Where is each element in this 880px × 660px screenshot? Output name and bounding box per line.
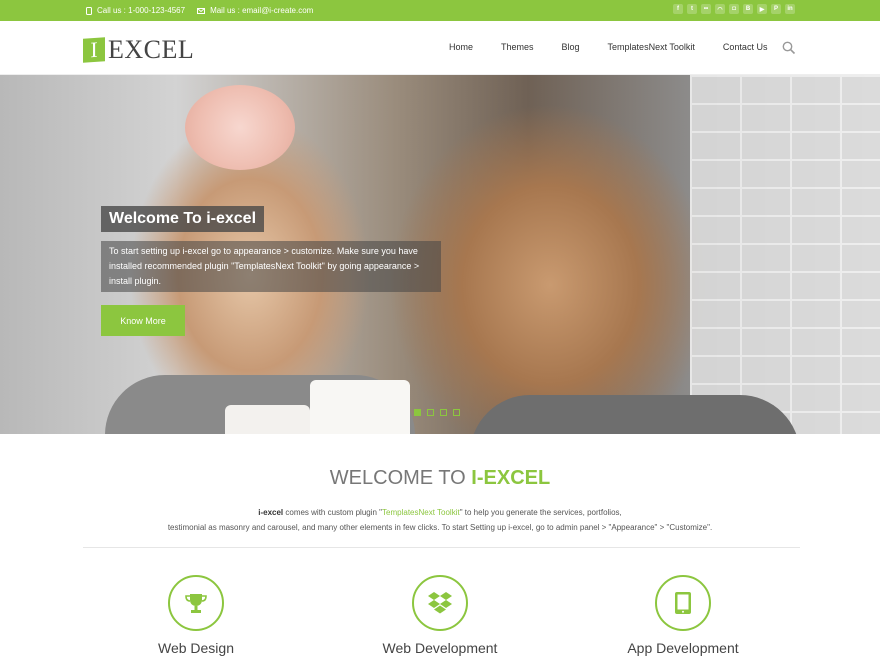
instagram-icon[interactable]: ◘	[729, 4, 739, 14]
behance-icon[interactable]: B	[743, 4, 753, 14]
dropbox-icon	[428, 592, 452, 614]
slider-dot[interactable]	[427, 409, 434, 416]
welcome-text: i-excel comes with custom plugin "Templa…	[0, 505, 880, 535]
hero-photo-woman	[470, 395, 800, 434]
logo-badge: I	[83, 37, 105, 63]
hero-photo-cup	[225, 405, 310, 434]
know-more-button[interactable]: Know More	[101, 305, 185, 336]
hero-photo-flower	[185, 85, 295, 170]
welcome-line-2: testimonial as masonry and carousel, and…	[167, 523, 713, 532]
welcome-text-part: " to help you generate the services, por…	[459, 508, 622, 517]
welcome-brand: i-excel	[258, 508, 284, 517]
twitter-icon[interactable]: t	[687, 4, 697, 14]
slider-pagination	[414, 409, 460, 416]
logo-text: EXCEL	[108, 35, 195, 64]
nav-item-home[interactable]: Home	[449, 42, 474, 78]
search-icon[interactable]	[782, 41, 796, 55]
tablet-icon	[675, 592, 691, 614]
slider-dot[interactable]	[414, 409, 421, 416]
toolkit-link[interactable]: TemplatesNext Toolkit	[382, 508, 460, 517]
slide-title: Welcome To i-excel	[101, 206, 265, 232]
service-icon-circle	[412, 575, 468, 631]
service-web-development[interactable]: Web Development	[355, 575, 525, 656]
section-divider	[83, 547, 800, 548]
mail-info[interactable]: Mail us : email@i-create.com	[197, 6, 313, 15]
nav-item-toolkit[interactable]: TemplatesNext Toolkit	[608, 42, 695, 52]
slider-dot[interactable]	[440, 409, 447, 416]
pinterest-icon[interactable]: P	[771, 4, 781, 14]
service-label: Web Development	[382, 640, 498, 656]
service-icon-circle	[168, 575, 224, 631]
service-icon-circle	[655, 575, 711, 631]
site-logo[interactable]: I EXCEL	[83, 35, 194, 65]
main-nav: Home Themes Blog TemplatesNext Toolkit C…	[449, 42, 795, 78]
nav-item-themes[interactable]: Themes	[501, 42, 534, 52]
phone-info: Call us : 1-000-123-4567	[86, 6, 185, 15]
facebook-icon[interactable]: f	[673, 4, 683, 14]
slider-dot[interactable]	[453, 409, 460, 416]
phone-text: Call us : 1-000-123-4567	[97, 6, 186, 15]
linkedin-icon[interactable]: in	[785, 4, 795, 14]
welcome-heading: WELCOME TO I-EXCEL	[0, 467, 880, 490]
contact-info: Call us : 1-000-123-4567 Mail us : email…	[86, 6, 313, 15]
site-header: I EXCEL Home Themes Blog TemplatesNext T…	[0, 21, 880, 78]
social-links: f t •• ◠ ◘ B ▶ P in	[673, 4, 795, 14]
top-bar: Call us : 1-000-123-4567 Mail us : email…	[0, 0, 880, 21]
slide-text: To start setting up i-excel go to appear…	[101, 241, 441, 292]
service-app-development[interactable]: App Development	[598, 575, 768, 656]
nav-item-contact[interactable]: Contact Us	[723, 42, 768, 52]
welcome-text-part: comes with custom plugin "	[283, 508, 383, 517]
rss-icon[interactable]: ◠	[715, 4, 725, 14]
mail-icon	[197, 7, 206, 14]
youtube-icon[interactable]: ▶	[757, 4, 767, 14]
service-label: Web Design	[157, 640, 234, 656]
welcome-heading-plain: WELCOME TO	[329, 467, 472, 489]
welcome-line-1: i-excel comes with custom plugin "Templa…	[0, 505, 880, 520]
hero-photo-cup	[310, 380, 410, 434]
phone-icon	[86, 6, 92, 15]
welcome-heading-highlight: I-EXCEL	[471, 467, 551, 489]
mail-text: Mail us : email@i-create.com	[210, 6, 314, 15]
hero-photo-wall	[690, 75, 880, 434]
trophy-icon	[185, 594, 207, 613]
flickr-icon[interactable]: ••	[701, 4, 711, 14]
service-label: App Development	[627, 640, 739, 656]
nav-item-blog[interactable]: Blog	[562, 42, 580, 52]
service-web-design[interactable]: Web Design	[111, 575, 281, 656]
